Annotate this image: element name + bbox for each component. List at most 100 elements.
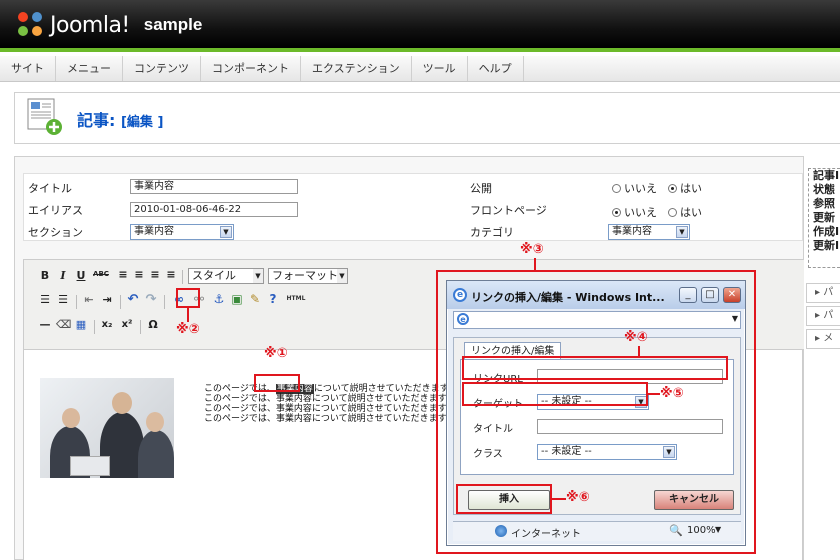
published-no-radio[interactable]: いいえ [612,180,657,196]
annotation-label-6: ※⑥ [566,490,590,505]
format-select[interactable]: フォーマット ▼ [268,268,348,284]
zoom-level[interactable]: 100% [687,525,716,536]
menu-item-help[interactable]: ヘルプ [468,56,524,81]
toolbar-divider [76,295,77,309]
logo-text: Joomla! [50,12,130,38]
chevron-down-icon[interactable]: ▼ [732,314,738,323]
info-line: 作成I [813,225,840,238]
info-line: 更新I [813,239,840,252]
globe-icon [495,525,507,537]
minimize-button[interactable]: _ [679,287,697,303]
editor-body-text[interactable]: このページでは、事業内容について説明させていただきます。 このページでは、事業内… [204,384,457,424]
toolbar-divider [120,295,121,309]
section-label: セクション [28,226,83,239]
sidebar-panel-toggle[interactable]: ▸ パ [806,283,840,303]
toolbar-divider [182,270,183,284]
joomla-logo-icon [18,12,44,38]
published-label: 公開 [470,182,492,195]
info-line: 参照 [813,197,835,210]
address-bar[interactable]: e ▼ [453,311,741,329]
menu-item-site[interactable]: サイト [0,56,56,81]
chevron-down-icon: ▼ [663,446,675,458]
indent-icon[interactable]: ⇥ [100,293,114,306]
align-center-icon[interactable]: ≡ [132,268,146,281]
cleanup-icon[interactable]: ✎ [248,292,262,306]
subscript-button[interactable]: x₂ [100,319,114,330]
person-figure [138,430,174,478]
toolbar-divider [140,320,141,334]
align-justify-icon[interactable]: ≡ [164,268,178,281]
superscript-button[interactable]: x² [120,319,134,330]
person-head [146,412,164,432]
person-head [62,408,80,428]
category-select[interactable]: 事業内容 ▼ [608,224,690,240]
align-right-icon[interactable]: ≡ [148,268,162,281]
horizontal-rule-icon[interactable]: — [38,318,52,331]
bullet-list-icon[interactable]: ☰ [38,293,52,306]
underline-button[interactable]: U [74,269,88,282]
remove-format-icon[interactable]: ⌫ [56,318,72,331]
dialog-title: リンクの挿入/編集 - Windows Int... [471,291,665,304]
undo-icon[interactable]: ↶ [126,292,140,307]
strikethrough-button[interactable]: ABC [92,270,110,278]
toolbar-divider [94,320,95,334]
alias-label: エイリアス [28,204,83,217]
article-edit-icon [27,98,62,135]
annotation-box-5 [462,382,648,406]
menu-item-menus[interactable]: メニュー [56,56,123,81]
align-left-icon[interactable]: ≡ [116,268,130,281]
frontpage-no-radio[interactable]: いいえ [612,204,657,220]
visual-aid-icon[interactable]: ▦ [74,318,88,331]
annotation-box-1 [254,374,300,392]
chevron-down-icon: ▼ [337,269,347,283]
annotation-leader-3 [534,258,536,270]
annotation-label-3: ※③ [520,242,544,257]
security-zone: インターネット [511,529,581,540]
alias-input[interactable]: 2010-01-08-06-46-22 [130,202,298,217]
class-select[interactable]: -- 未設定 -- ▼ [537,444,677,460]
menu-item-tools[interactable]: ツール [412,56,468,81]
site-name: sample [143,15,203,34]
annotation-leader-5 [648,393,660,395]
title-input[interactable]: 事業内容 [130,179,298,194]
annotation-label-2: ※② [176,322,200,337]
page-header: 記事: [編集 ] [14,92,840,144]
text-line: このページでは、事業内容について説明させていただきます。 [204,394,455,404]
bold-button[interactable]: B [38,269,52,282]
insert-image-icon[interactable]: ▣ [230,292,244,306]
chevron-down-icon[interactable]: ▼ [715,525,721,534]
menu-item-extensions[interactable]: エクステンション [301,56,412,81]
html-source-button[interactable]: HTML [286,295,306,302]
numbered-list-icon[interactable]: ☰ [56,293,70,306]
cancel-button[interactable]: キャンセル [654,490,734,510]
toolbar-divider [164,295,165,309]
zoom-icon[interactable]: 🔍 [669,524,683,537]
info-line: 状態 [813,183,835,196]
category-label: カテゴリ [470,226,514,239]
sidebar-panel-toggle[interactable]: ▸ メ [806,329,840,349]
annotation-label-4: ※④ [624,330,648,345]
sidebar-panel-toggle[interactable]: ▸ パ [806,306,840,326]
frontpage-yes-radio[interactable]: はい [668,204,702,220]
outdent-icon[interactable]: ⇤ [82,293,96,306]
special-character-icon[interactable]: Ω [146,318,160,331]
published-yes-radio[interactable]: はい [668,180,702,196]
maximize-button[interactable]: □ [701,287,719,303]
person-head [112,392,132,414]
office-photo [40,378,174,478]
article-info-sidebar: 記事I 状態 参照 更新 作成I 更新I [808,168,840,268]
chevron-down-icon: ▼ [253,269,263,283]
menu-item-components[interactable]: コンポーネント [201,56,301,81]
italic-button[interactable]: I [56,269,70,282]
menu-item-content[interactable]: コンテンツ [123,56,201,81]
link-title-input[interactable] [537,419,723,434]
help-icon[interactable]: ? [266,292,280,306]
style-select[interactable]: スタイル ▼ [188,268,264,284]
anchor-icon[interactable]: ⚓ [212,292,226,306]
text-line: このページでは、事業内容について説明させていただきます。 [204,414,455,424]
chevron-down-icon: ▼ [220,226,232,238]
link-title-label: タイトル [473,424,513,435]
redo-icon[interactable]: ↷ [144,292,158,307]
section-select[interactable]: 事業内容 ▼ [130,224,234,240]
close-button[interactable]: ✕ [723,287,741,303]
